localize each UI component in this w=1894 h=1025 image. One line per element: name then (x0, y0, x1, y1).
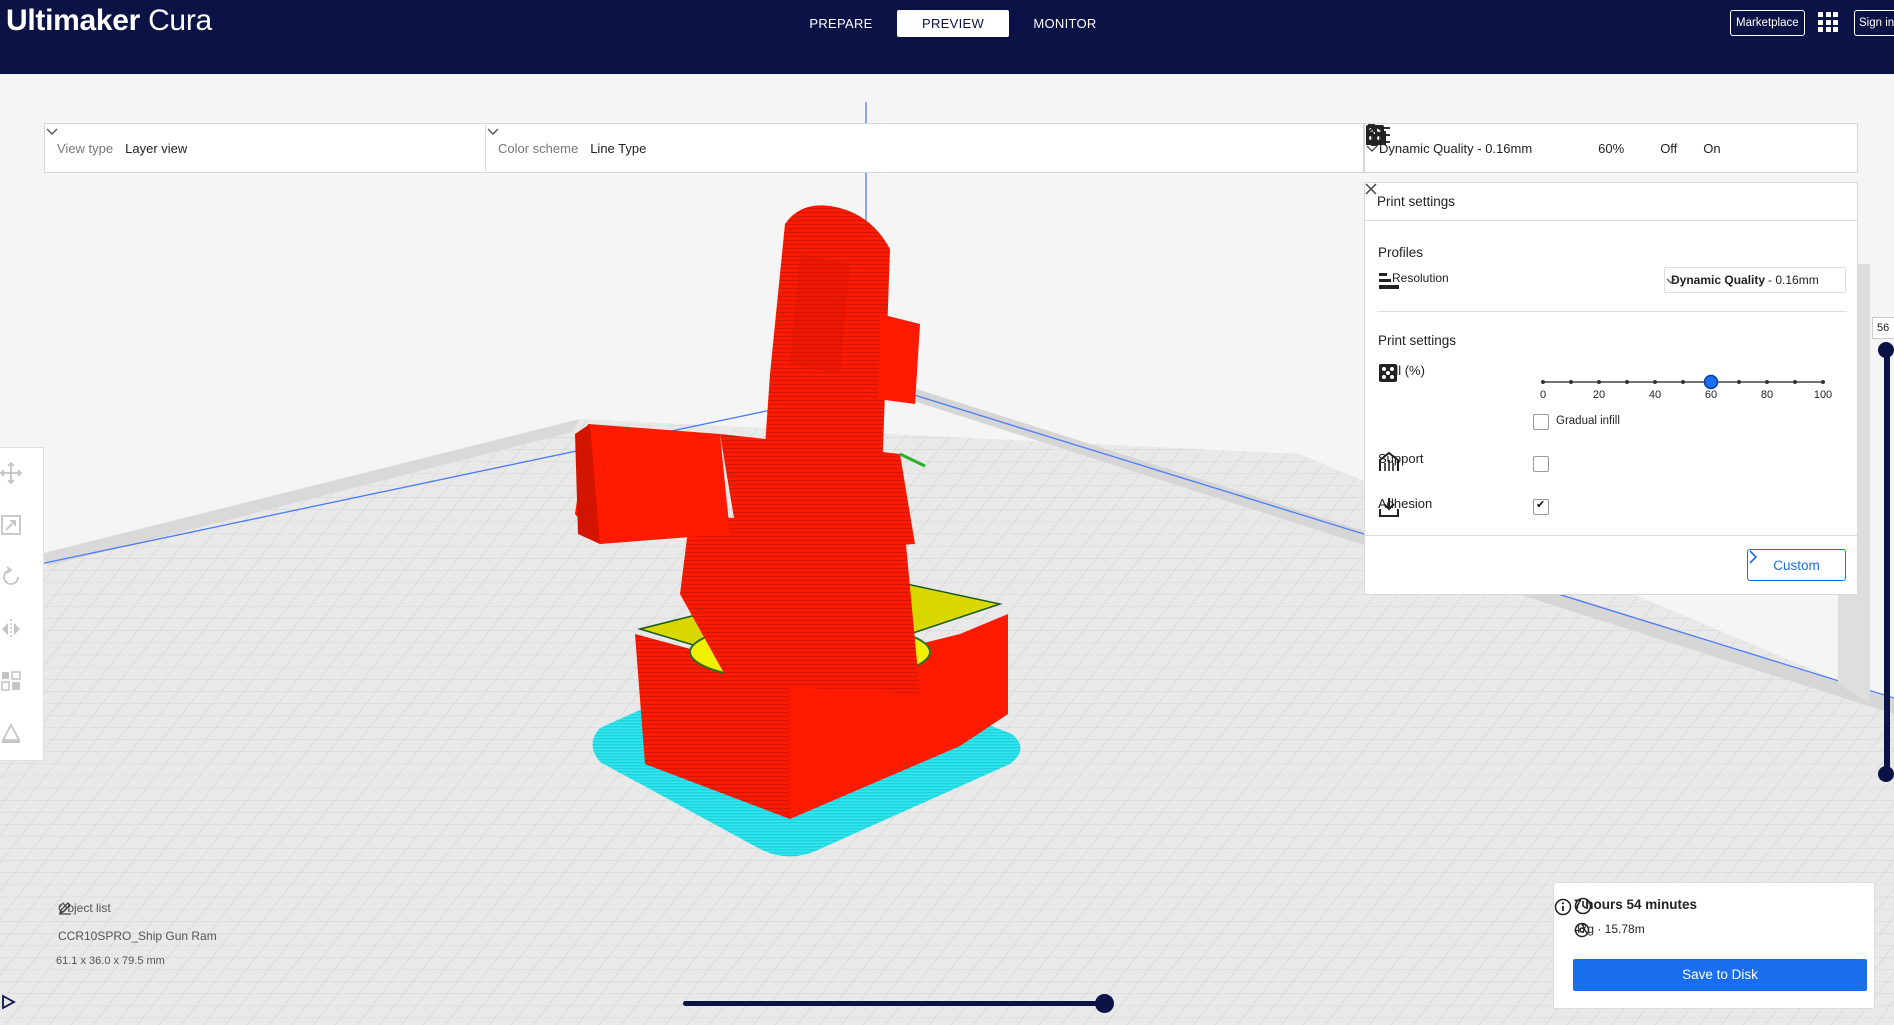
close-icon[interactable] (1365, 183, 1377, 195)
print-setup-selector[interactable]: Dynamic Quality - 0.16mm 60% Off On (1364, 123, 1858, 173)
panel-title: Print settings (1365, 183, 1857, 221)
resolution-row: Resolution (1378, 271, 1449, 289)
adhesion-icon (1379, 498, 1399, 517)
tab-preview[interactable]: PREVIEW (897, 10, 1009, 37)
save-to-disk-button[interactable]: Save to Disk (1573, 959, 1867, 991)
infill-step-dot[interactable] (1821, 380, 1825, 384)
stage-tabs: PREPARE PREVIEW MONITOR (785, 10, 1121, 37)
mirror-icon[interactable] (0, 618, 22, 640)
infill-row: Infill (%) (1378, 363, 1425, 382)
infill-step-dot[interactable] (1653, 380, 1657, 384)
app-logo: Ultimaker Cura (6, 4, 212, 37)
rotate-icon[interactable] (0, 566, 22, 588)
chevron-down-icon (46, 128, 58, 135)
infill-step-dot[interactable] (1793, 380, 1797, 384)
resolution-dropdown[interactable]: Dynamic Quality - 0.16mm (1664, 267, 1846, 293)
spool-icon (1574, 922, 1590, 938)
profiles-heading: Profiles (1378, 245, 1424, 260)
profile-summary: Dynamic Quality - 0.16mm (1379, 140, 1533, 156)
infill-slider[interactable] (1535, 363, 1855, 407)
layer-progress-handle[interactable] (1095, 994, 1114, 1013)
support-icon (1379, 451, 1399, 471)
layer-slider-top-handle[interactable] (1878, 342, 1894, 358)
chevron-down-icon (487, 128, 499, 135)
chevron-right-icon (1749, 550, 1758, 564)
custom-button[interactable]: Custom (1747, 549, 1846, 581)
adhesion-checkbox[interactable] (1533, 498, 1549, 515)
support-summary: Off (1660, 140, 1678, 156)
infill-icon (1379, 364, 1397, 382)
top-bar: Ultimaker Cura PREPARE PREVIEW MONITOR M… (0, 0, 1894, 74)
layer-slider-bottom-handle[interactable] (1878, 766, 1894, 782)
infill-step-dot[interactable] (1541, 380, 1545, 384)
infill-tick-label: 0 (1539, 389, 1547, 401)
support-blocker-icon[interactable] (0, 722, 22, 744)
infill-step-dot[interactable] (1681, 380, 1685, 384)
infill-tick-label: 80 (1760, 389, 1774, 401)
adhesion-row: Adhesion (1378, 496, 1432, 517)
move-icon[interactable] (0, 462, 22, 484)
infill-step-dot[interactable] (1765, 380, 1769, 384)
print-settings-heading: Print settings (1378, 333, 1457, 348)
view-type-dropdown[interactable]: View type Layer view (45, 124, 485, 172)
tab-monitor[interactable]: MONITOR (1009, 10, 1121, 37)
infill-tick-label: 20 (1592, 389, 1606, 401)
resolution-icon (1379, 273, 1399, 289)
infill-summary: 60% (1598, 140, 1625, 156)
chevron-down-icon (1666, 278, 1676, 284)
gradual-infill-checkbox[interactable] (1533, 414, 1549, 430)
view-bar: View type Layer view Color scheme Line T… (44, 123, 1364, 173)
infill-step-dot[interactable] (1625, 380, 1629, 384)
3d-viewport[interactable]: View type Layer view Color scheme Line T… (0, 74, 1894, 1025)
support-row: Support (1378, 451, 1424, 471)
object-list-item[interactable]: CCR10SPRO_Ship Gun Ram (58, 902, 217, 943)
sign-in-button[interactable]: Sign in (1854, 10, 1894, 36)
adhesion-summary: On (1703, 140, 1721, 156)
grid-icon[interactable] (1818, 12, 1838, 32)
color-scheme-dropdown[interactable]: Color scheme Line Type (485, 124, 1363, 172)
object-dimensions: 61.1 x 36.0 x 79.5 mm (56, 955, 165, 967)
infill-step-dot[interactable] (1597, 380, 1601, 384)
layer-progress-track[interactable] (683, 1001, 1105, 1006)
scale-icon[interactable] (0, 514, 22, 536)
object-list-toggle[interactable]: Object list (58, 901, 217, 915)
info-icon[interactable] (1554, 898, 1572, 916)
pencil-icon (58, 902, 71, 915)
print-time-row: 7 hours 54 minutes (1574, 897, 1697, 915)
per-model-settings-icon[interactable] (0, 670, 22, 692)
play-icon[interactable] (0, 994, 16, 1010)
object-list: Object list CCR10SPRO_Ship Gun Ram 61.1 … (56, 901, 217, 977)
infill-slider-handle[interactable] (1703, 374, 1719, 390)
infill-step-dot[interactable] (1569, 380, 1573, 384)
infill-tick-label: 100 (1813, 389, 1833, 401)
gradual-infill-label: Gradual infill (1556, 415, 1620, 427)
infill-step-dot[interactable] (1737, 380, 1741, 384)
chevron-down-icon (1366, 145, 1378, 152)
material-row: 47g · 15.78m (1574, 922, 1645, 938)
print-estimate-card: 7 hours 54 minutes 47g · 15.78m Save to … (1553, 882, 1875, 1009)
marketplace-button[interactable]: Marketplace (1730, 10, 1805, 36)
print-settings-panel: Print settings Profiles Resolution Dynam… (1364, 182, 1858, 595)
layer-slider-track[interactable] (1884, 349, 1890, 773)
infill-tick-label: 40 (1648, 389, 1662, 401)
tab-prepare[interactable]: PREPARE (785, 10, 897, 37)
layer-number-input[interactable]: 56 (1872, 317, 1894, 339)
infill-tick-label: 60 (1704, 389, 1718, 401)
clock-icon (1574, 897, 1592, 915)
support-checkbox[interactable] (1533, 456, 1549, 472)
tool-panel (0, 447, 44, 761)
